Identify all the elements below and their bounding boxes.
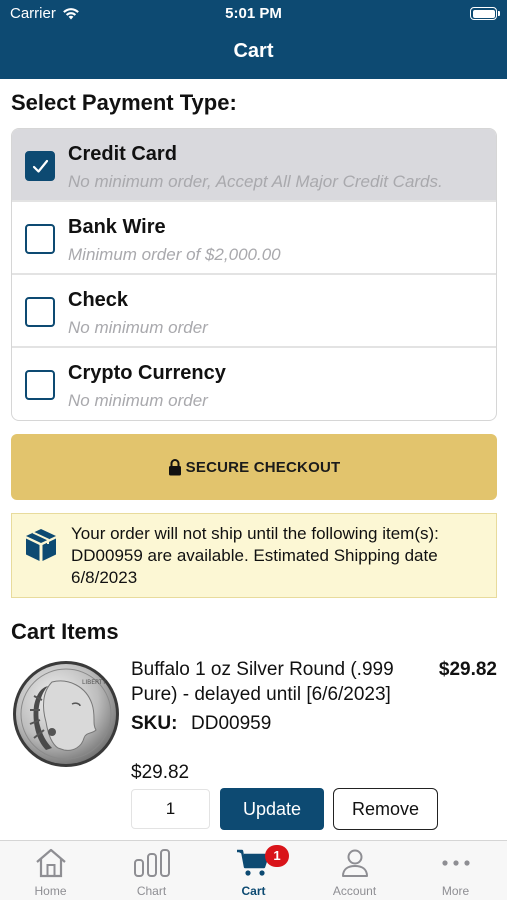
home-icon — [35, 848, 66, 878]
tab-label: Chart — [136, 884, 167, 898]
payment-option-crypto-currency[interactable]: Crypto Currency No minimum order — [12, 348, 496, 420]
payment-option-name: Crypto Currency — [68, 362, 226, 384]
cart-item-subtotal: $29.82 — [131, 762, 190, 783]
payment-option-check[interactable]: Check No minimum order — [12, 275, 496, 348]
bar-chart-icon — [133, 849, 170, 877]
tab-label: Account — [332, 884, 377, 898]
payment-heading: Select Payment Type: — [11, 90, 237, 115]
checkbox-icon[interactable] — [25, 297, 55, 327]
shipping-notice-text: Your order will not ship until the follo… — [71, 524, 439, 587]
tab-cart[interactable]: Cart — [203, 841, 304, 900]
sku-value: DD00959 — [191, 713, 272, 734]
secure-checkout-button[interactable]: SECURE CHECKOUT — [11, 434, 497, 500]
payment-option-description: No minimum order, Accept All Major Credi… — [68, 172, 443, 191]
payment-type-list: Credit Card No minimum order, Accept All… — [11, 128, 497, 421]
payment-option-name: Check — [68, 289, 129, 311]
package-box-icon — [26, 529, 56, 561]
page-title: Cart — [233, 40, 274, 62]
svg-text:LIBERTY: LIBERTY — [82, 679, 106, 686]
cart-items-heading: Cart Items — [11, 619, 119, 644]
ellipsis-icon — [441, 860, 470, 866]
shipping-notice: Your order will not ship until the follo… — [11, 513, 497, 598]
payment-option-description: Minimum order of $2,000.00 — [68, 245, 281, 264]
payment-option-credit-card[interactable]: Credit Card No minimum order, Accept All… — [12, 129, 496, 202]
tab-bar: Home Chart Cart 1 Account More — [0, 840, 507, 900]
lock-icon — [168, 459, 181, 476]
tab-label: Home — [34, 884, 67, 898]
tab-chart[interactable]: Chart — [101, 841, 202, 900]
update-button[interactable]: Update — [220, 788, 324, 830]
checkbox-icon[interactable] — [25, 224, 55, 254]
checkbox-checked-icon[interactable] — [25, 151, 55, 181]
payment-option-bank-wire[interactable]: Bank Wire Minimum order of $2,000.00 — [12, 202, 496, 275]
status-time: 5:01 PM — [225, 5, 282, 22]
sku-label: SKU: — [131, 713, 178, 734]
app-header: Carrier 5:01 PM Cart — [0, 0, 507, 79]
remove-button[interactable]: Remove — [333, 788, 438, 830]
tab-label: Cart — [241, 884, 266, 898]
battery-icon — [470, 7, 500, 20]
payment-option-name: Credit Card — [68, 143, 177, 165]
checkbox-icon[interactable] — [25, 370, 55, 400]
tab-account[interactable]: Account — [304, 841, 405, 900]
tab-label: More — [441, 884, 470, 898]
status-bar: Carrier 5:01 PM — [0, 0, 507, 28]
cart-item-name[interactable]: Buffalo 1 oz Silver Round (.999 Pure) - … — [131, 657, 421, 707]
payment-option-name: Bank Wire — [68, 216, 166, 238]
quantity-input[interactable] — [131, 789, 210, 829]
payment-option-description: No minimum order — [68, 391, 208, 410]
cart-item-price: $29.82 — [438, 659, 497, 680]
person-icon — [341, 849, 368, 877]
buffalo-silver-coin-image[interactable]: LIBERTY — [12, 660, 120, 768]
cart-count-badge: 1 — [265, 845, 289, 867]
payment-option-description: No minimum order — [68, 318, 208, 337]
tab-home[interactable]: Home — [0, 841, 101, 900]
secure-checkout-label: SECURE CHECKOUT — [185, 458, 341, 476]
tab-more[interactable]: More — [405, 841, 506, 900]
